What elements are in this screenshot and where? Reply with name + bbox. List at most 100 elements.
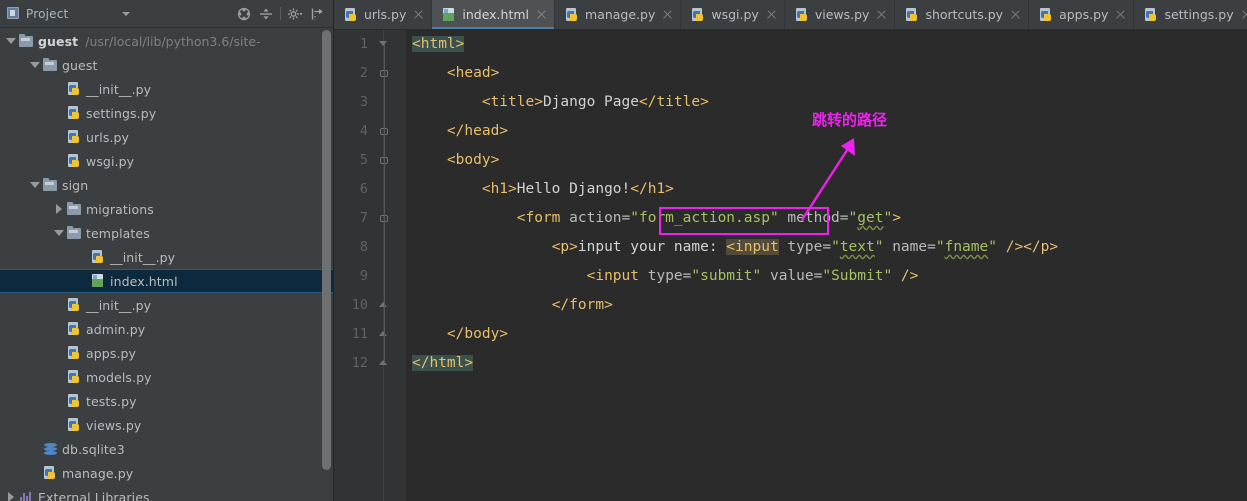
chevron-right-icon[interactable] bbox=[4, 490, 18, 501]
code-token: " bbox=[988, 239, 997, 255]
chevron-right-icon[interactable] bbox=[52, 202, 66, 216]
tree-node-wsgi-py[interactable]: wsgi.py bbox=[0, 149, 333, 173]
tree-node-models-py[interactable]: models.py bbox=[0, 365, 333, 389]
line-number: 4 bbox=[359, 123, 368, 139]
code-token: text bbox=[839, 239, 875, 255]
tree-node-label: urls.py bbox=[86, 129, 130, 145]
expand-all-icon[interactable] bbox=[256, 4, 276, 24]
tree-node-external-libs[interactable]: External Libraries bbox=[0, 485, 333, 501]
tree-node-db-sqlite3[interactable]: db.sqlite3 bbox=[0, 437, 333, 461]
editor-gutter: 1 2 3 4 5 6 7 8 9 10 11 12 bbox=[334, 30, 406, 501]
code-token: action= bbox=[560, 210, 631, 226]
tree-node-settings-py[interactable]: settings.py bbox=[0, 101, 333, 125]
code-line-2[interactable]: <head> bbox=[412, 59, 1247, 88]
chevron-down-icon[interactable] bbox=[28, 178, 42, 192]
tree-node-views-py[interactable]: views.py bbox=[0, 413, 333, 437]
project-panel-scrollbar[interactable] bbox=[322, 30, 331, 470]
python-file-icon bbox=[1038, 7, 1054, 23]
tree-node-sign-init[interactable]: __init__.py bbox=[0, 293, 333, 317]
line-number: 11 bbox=[351, 326, 368, 342]
tab-apps[interactable]: apps.py bbox=[1029, 0, 1135, 29]
tree-node-guest-init[interactable]: __init__.py bbox=[0, 77, 333, 101]
code-token: value= bbox=[761, 268, 823, 284]
tab-urls[interactable]: urls.py bbox=[334, 0, 433, 29]
tree-node-templates[interactable]: templates bbox=[0, 221, 333, 245]
code-line-7[interactable]: <form action="form_action.asp" method="g… bbox=[412, 204, 1247, 233]
close-icon[interactable] bbox=[662, 9, 673, 20]
tree-node-label: wsgi.py bbox=[86, 153, 135, 169]
scrollbar-thumb[interactable] bbox=[322, 30, 331, 470]
fold-connector-line bbox=[383, 44, 385, 363]
chevron-down-icon[interactable] bbox=[52, 226, 66, 240]
tree-node-label: sign bbox=[62, 177, 89, 193]
close-icon[interactable] bbox=[413, 9, 424, 20]
folder-icon bbox=[66, 225, 83, 241]
code-line-12[interactable]: </html> bbox=[412, 349, 1247, 378]
close-icon[interactable] bbox=[876, 9, 887, 20]
code-token: <input bbox=[586, 268, 639, 284]
tree-node-guest-root[interactable]: guest/usr/local/lib/python3.6/site- bbox=[0, 29, 333, 53]
hide-panel-icon[interactable] bbox=[307, 4, 327, 24]
settings-gear-icon[interactable] bbox=[285, 4, 305, 24]
close-icon[interactable] bbox=[1115, 9, 1126, 20]
chevron-down-icon[interactable] bbox=[120, 8, 132, 20]
python-file-icon bbox=[66, 105, 83, 121]
close-icon[interactable] bbox=[536, 9, 547, 20]
python-file-icon bbox=[66, 321, 83, 337]
chevron-down-icon[interactable] bbox=[4, 34, 18, 48]
ide-window: Project guest /usr/local/lib/python3.6/s… bbox=[0, 0, 1247, 501]
tree-node-index-html[interactable]: index.html bbox=[0, 269, 333, 293]
tree-node-migrations[interactable]: migrations bbox=[0, 197, 333, 221]
tab-index[interactable]: index.html bbox=[432, 0, 556, 29]
tree-node-label: migrations bbox=[86, 201, 154, 217]
close-icon[interactable] bbox=[766, 9, 777, 20]
code-token: <title> bbox=[481, 94, 543, 110]
code-token: <p> bbox=[551, 239, 578, 255]
code-line-10[interactable]: </form> bbox=[412, 291, 1247, 320]
tree-node-apps-py[interactable]: apps.py bbox=[0, 341, 333, 365]
code-line-9[interactable]: <input type="submit" value="Submit" /> bbox=[412, 262, 1247, 291]
collapse-all-icon[interactable] bbox=[234, 4, 254, 24]
tree-node-sign-dir[interactable]: sign bbox=[0, 173, 333, 197]
tab-settings[interactable]: settings.py bbox=[1134, 0, 1247, 29]
tab-shortcuts[interactable]: shortcuts.py bbox=[895, 0, 1030, 29]
tree-node-tests-py[interactable]: tests.py bbox=[0, 389, 333, 413]
close-icon[interactable] bbox=[1010, 9, 1021, 20]
project-tree-scroll[interactable]: guest/usr/local/lib/python3.6/site-guest… bbox=[0, 28, 333, 501]
code-token: Django Page bbox=[542, 94, 639, 110]
folder-icon bbox=[42, 57, 59, 73]
code-line-11[interactable]: </body> bbox=[412, 320, 1247, 349]
tree-node-admin-py[interactable]: admin.py bbox=[0, 317, 333, 341]
code-content[interactable]: <html> <head> <title>Django Page</title>… bbox=[406, 30, 1247, 501]
tree-node-manage-py[interactable]: manage.py bbox=[0, 461, 333, 485]
close-icon[interactable] bbox=[1241, 9, 1247, 20]
python-file-icon bbox=[690, 7, 706, 23]
code-line-6[interactable]: <h1>Hello Django!</h1> bbox=[412, 175, 1247, 204]
tab-manage[interactable]: manage.py bbox=[555, 0, 682, 29]
code-token: </p> bbox=[1023, 239, 1059, 255]
code-token: </body> bbox=[446, 326, 509, 342]
tree-node-tpl-init[interactable]: __init__.py bbox=[0, 245, 333, 269]
chevron-down-icon[interactable] bbox=[28, 58, 42, 72]
code-token: fname bbox=[944, 239, 989, 255]
code-token: method= bbox=[778, 210, 849, 226]
tree-node-label: models.py bbox=[86, 369, 152, 385]
python-file-icon bbox=[1143, 7, 1159, 23]
tree-node-urls-py[interactable]: urls.py bbox=[0, 125, 333, 149]
tree-node-guest-pkg[interactable]: guest bbox=[0, 53, 333, 77]
code-line-8[interactable]: <p>input your name: <input type="text" n… bbox=[412, 233, 1247, 262]
code-line-5[interactable]: <body> bbox=[412, 146, 1247, 175]
code-editor[interactable]: 1 2 3 4 5 6 7 8 9 10 11 12 <html> <head> <title>Dja… bbox=[334, 30, 1247, 501]
tab-wsgi[interactable]: wsgi.py bbox=[681, 0, 785, 29]
tab-label: manage.py bbox=[585, 7, 656, 22]
tree-node-label: views.py bbox=[86, 417, 142, 433]
line-number: 7 bbox=[359, 210, 368, 226]
code-line-1[interactable]: <html> bbox=[412, 30, 1247, 59]
code-token: type= bbox=[639, 268, 692, 284]
database-icon bbox=[42, 441, 59, 457]
tab-views[interactable]: views.py bbox=[784, 0, 896, 29]
